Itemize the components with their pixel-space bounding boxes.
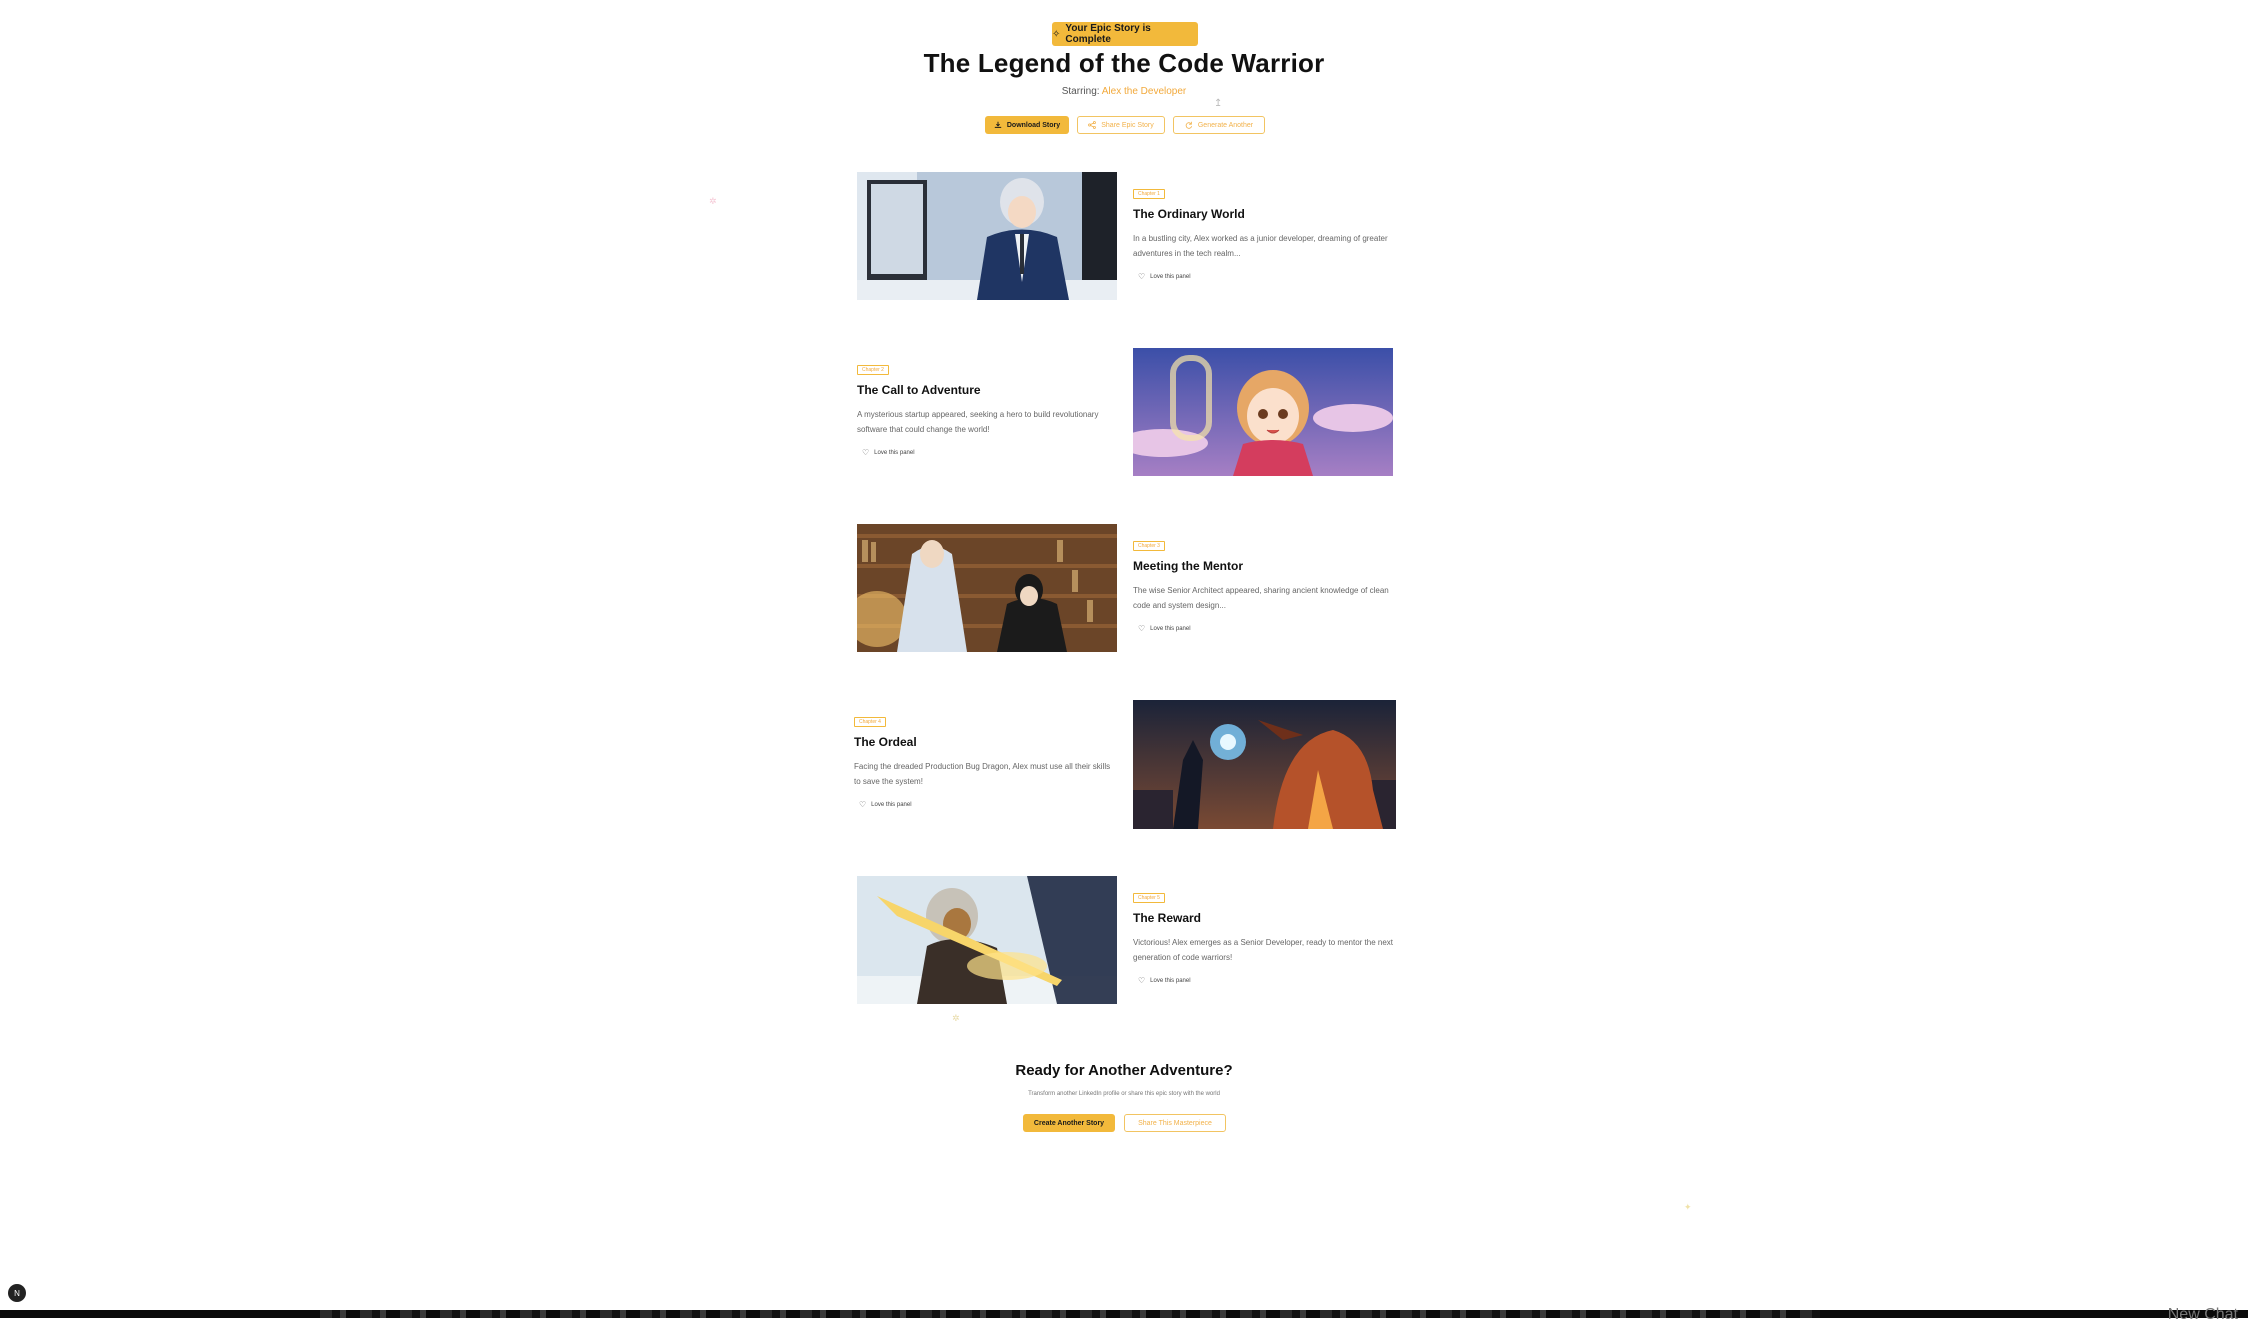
- starring-label: Starring:: [1061, 86, 1100, 97]
- heart-icon: ♡: [859, 800, 867, 809]
- starring-line: Starring: Alex the Developer: [0, 86, 2248, 97]
- panel-image-1: [857, 172, 1117, 300]
- cta-subtitle: Transform another LinkedIn profile or sh…: [1028, 1091, 1220, 1097]
- sparkle-icon: ✲: [952, 1013, 960, 1023]
- love-panel-label: Love this panel: [871, 801, 912, 808]
- bottom-strip: [0, 1310, 2248, 1318]
- panel-image-4: [1133, 700, 1396, 829]
- panel-title: The Ordinary World: [1133, 207, 1245, 221]
- starring-name: Alex the Developer: [1101, 86, 1187, 97]
- sparkle-icon: ✲: [709, 196, 717, 206]
- generate-another-label: Generate Another: [1197, 121, 1254, 129]
- panel-title: The Ordeal: [854, 735, 917, 749]
- story-title: The Legend of the Code Warrior: [923, 48, 1325, 78]
- panel-image-3: [857, 524, 1117, 652]
- panel-title: Meeting the Mentor: [1133, 559, 1243, 573]
- share-icon: [1088, 121, 1097, 129]
- star-icon: ✧: [1052, 28, 1061, 40]
- story-complete-badge: ✧ Your Epic Story is Complete: [1052, 22, 1198, 46]
- love-panel-label: Love this panel: [874, 449, 915, 456]
- heart-icon: ♡: [862, 448, 870, 457]
- cta-title: Ready for Another Adventure?: [1015, 1062, 1233, 1079]
- chapter-badge: Chapter 3: [1133, 541, 1165, 551]
- love-panel-button[interactable]: ♡ Love this panel: [1138, 624, 1191, 633]
- download-icon: [994, 121, 1002, 128]
- panel-title: The Call to Adventure: [857, 383, 981, 397]
- panel-title: The Reward: [1133, 911, 1202, 925]
- generate-another-button[interactable]: Generate Another: [1173, 116, 1265, 134]
- chapter-badge: Chapter 1: [1133, 189, 1165, 199]
- share-epic-story-button[interactable]: Share Epic Story: [1077, 116, 1165, 134]
- sparkle-icon: ✦: [1684, 1202, 1692, 1212]
- panel-description: Facing the dreaded Production Bug Dragon…: [854, 762, 1111, 786]
- bottom-pattern: [320, 1310, 1820, 1318]
- love-panel-button[interactable]: ♡ Love this panel: [1138, 976, 1191, 985]
- create-another-story-label: Create Another Story: [1033, 1119, 1105, 1127]
- love-panel-button[interactable]: ♡ Love this panel: [1138, 272, 1191, 281]
- heart-icon: ♡: [1138, 272, 1146, 281]
- panel-description: In a bustling city, Alex worked as a jun…: [1133, 234, 1388, 258]
- cursor-icon: ↥: [1214, 98, 1223, 109]
- love-panel-label: Love this panel: [1150, 273, 1191, 280]
- new-chat-link[interactable]: New Chat: [2168, 1306, 2238, 1324]
- share-masterpiece-button[interactable]: Share This Masterpiece: [1124, 1114, 1226, 1132]
- panel-description: A mysterious startup appeared, seeking a…: [857, 410, 1099, 434]
- corner-app-icon: N: [14, 1288, 20, 1298]
- corner-app-button[interactable]: N: [8, 1284, 26, 1302]
- refresh-icon: [1185, 121, 1192, 129]
- share-epic-story-label: Share Epic Story: [1101, 121, 1154, 129]
- chapter-badge: Chapter 4: [854, 717, 886, 727]
- badge-label: Your Epic Story is Complete: [1065, 23, 1151, 45]
- love-panel-label: Love this panel: [1150, 977, 1191, 984]
- chapter-badge: Chapter 2: [857, 365, 889, 375]
- panel-description: Victorious! Alex emerges as a Senior Dev…: [1133, 938, 1393, 962]
- share-masterpiece-label: Share This Masterpiece: [1138, 1119, 1212, 1127]
- panel-image-5: [857, 876, 1117, 1004]
- heart-icon: ♡: [1138, 624, 1146, 633]
- love-panel-button[interactable]: ♡ Love this panel: [859, 800, 912, 809]
- heart-icon: ♡: [1138, 976, 1146, 985]
- love-panel-label: Love this panel: [1150, 625, 1191, 632]
- download-story-label: Download Story: [1006, 121, 1061, 129]
- chapter-badge: Chapter 5: [1133, 893, 1165, 903]
- panel-description: The wise Senior Architect appeared, shar…: [1133, 586, 1389, 610]
- download-story-button[interactable]: Download Story: [985, 116, 1069, 134]
- panel-image-2: [1133, 348, 1393, 476]
- create-another-story-button[interactable]: Create Another Story: [1023, 1114, 1115, 1132]
- love-panel-button[interactable]: ♡ Love this panel: [862, 448, 915, 457]
